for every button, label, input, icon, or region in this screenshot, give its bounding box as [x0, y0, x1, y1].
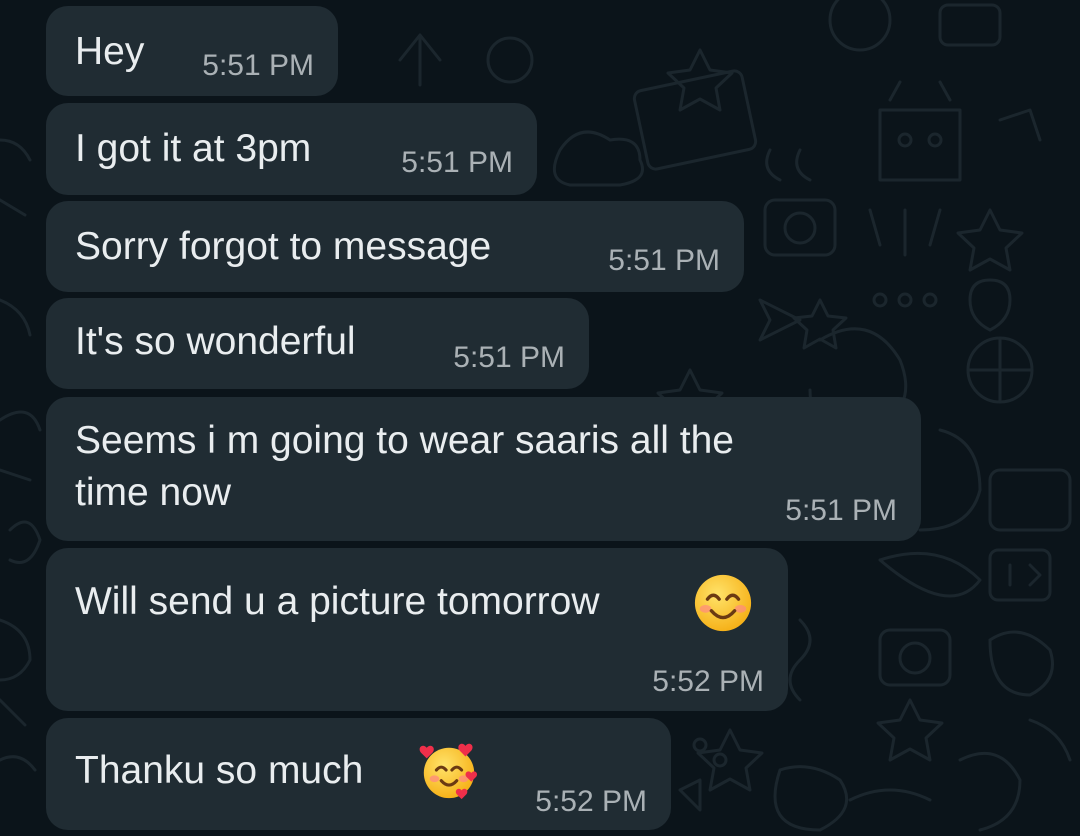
message-list[interactable]: Hey 5:51 PM I got it at 3pm 5:51 PM Sorr…	[0, 0, 1080, 836]
message-timestamp: 5:51 PM	[785, 494, 897, 527]
message-text: Hey	[75, 30, 145, 73]
smiling-face-with-hearts-icon	[419, 743, 478, 800]
message-timestamp: 5:51 PM	[202, 49, 314, 82]
message-text: I got it at 3pm	[75, 127, 312, 170]
message-text: Seems i m going to wear saaris all the	[75, 419, 734, 462]
message-bubble[interactable]: Will send u a picture tomorrow 5:52 PM	[46, 548, 788, 711]
smiling-face-with-smiling-eyes-icon	[694, 574, 752, 632]
message-text: time now	[75, 471, 232, 514]
message-text: Thanku so much	[75, 749, 364, 792]
message-bubble[interactable]: It's so wonderful 5:51 PM	[46, 298, 589, 389]
message-text: Will send u a picture tomorrow	[75, 580, 600, 623]
message-bubble[interactable]: Seems i m going to wear saaris all the t…	[46, 397, 921, 541]
message-bubble[interactable]: Sorry forgot to message 5:51 PM	[46, 201, 744, 292]
message-bubble[interactable]: Hey 5:51 PM	[46, 6, 338, 96]
message-timestamp: 5:52 PM	[535, 785, 647, 818]
message-text: Sorry forgot to message	[75, 225, 492, 268]
message-timestamp: 5:52 PM	[652, 665, 764, 698]
message-bubble[interactable]: Thanku so much 5:52 PM	[46, 718, 671, 830]
message-timestamp: 5:51 PM	[401, 146, 513, 179]
message-bubble[interactable]: I got it at 3pm 5:51 PM	[46, 103, 537, 195]
message-timestamp: 5:51 PM	[453, 341, 565, 374]
message-text: It's so wonderful	[75, 320, 356, 363]
message-timestamp: 5:51 PM	[608, 244, 720, 277]
